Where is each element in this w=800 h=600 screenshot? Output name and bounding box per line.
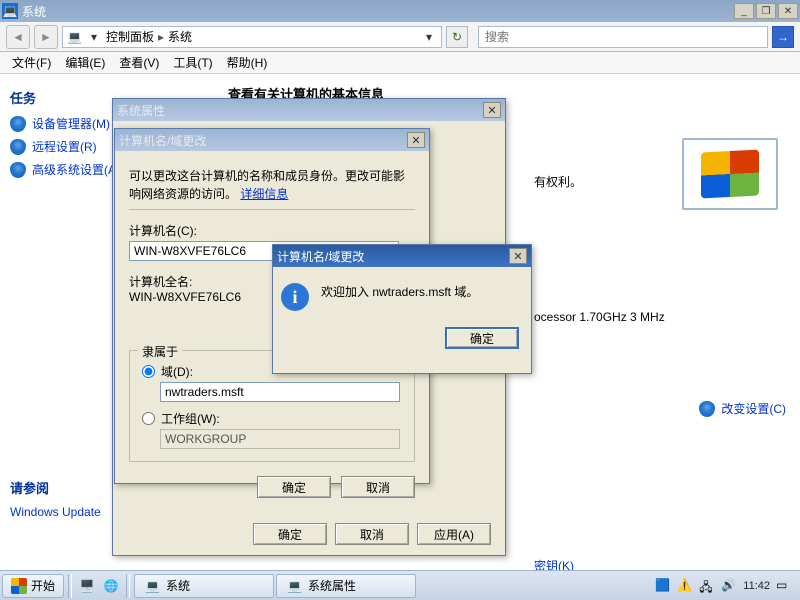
- label-domain: 域(D):: [161, 363, 193, 380]
- input-workgroup: [160, 429, 400, 449]
- input-domain[interactable]: [160, 382, 400, 402]
- label-workgroup: 工作组(W):: [161, 410, 220, 427]
- maximize-button[interactable]: ❐: [756, 3, 776, 19]
- close-button[interactable]: ✕: [778, 3, 798, 19]
- cancel-button[interactable]: 取消: [335, 523, 409, 545]
- task-button-system[interactable]: 💻 系统: [134, 574, 274, 598]
- window-title: 系统: [22, 3, 46, 20]
- search-go-button[interactable]: →: [772, 26, 794, 48]
- windows-flag-icon: [701, 149, 759, 198]
- computer-icon: 💻: [67, 30, 82, 44]
- app-icon: 💻: [2, 3, 18, 19]
- addr-dropdown-1[interactable]: ▾: [86, 30, 102, 44]
- ok-button[interactable]: 确定: [445, 327, 519, 349]
- dialog-titlebar[interactable]: 系统属性 ✕: [113, 99, 505, 121]
- divider: [126, 574, 130, 598]
- titlebar: 💻 系统 _ ❐ ✕: [0, 0, 800, 22]
- breadcrumb-seg-1[interactable]: 控制面板: [106, 28, 154, 45]
- close-icon[interactable]: ✕: [407, 132, 425, 148]
- label-computer-name: 计算机名(C):: [129, 222, 415, 239]
- show-desktop-icon[interactable]: ▭: [776, 578, 792, 594]
- menu-view[interactable]: 查看(V): [113, 52, 165, 73]
- nav-toolbar: ◄ ► 💻 ▾ 控制面板 ▸ 系统 ▾ ↻ →: [0, 22, 800, 52]
- computer-image: [680, 124, 780, 224]
- addr-dropdown-2[interactable]: ▾: [421, 30, 437, 44]
- taskbar: 开始 🖥️ 🌐 💻 系统 💻 系统属性 🟦 ⚠️ 🖧 🔊 11:42 ▭: [0, 570, 800, 600]
- dialog-title-text: 计算机名/域更改: [119, 132, 206, 149]
- info-icon: i: [281, 283, 309, 311]
- tray-icon[interactable]: 🟦: [655, 578, 671, 594]
- group-legend: 隶属于: [138, 343, 182, 360]
- minimize-button[interactable]: _: [734, 3, 754, 19]
- shield-icon: [10, 162, 26, 178]
- close-icon[interactable]: ✕: [509, 248, 527, 264]
- info-message: 欢迎加入 nwtraders.msft 域。: [321, 283, 478, 300]
- divider: [68, 574, 72, 598]
- task-button-sysprops[interactable]: 💻 系统属性: [276, 574, 416, 598]
- radio-domain[interactable]: [142, 365, 155, 378]
- quicklaunch-ie[interactable]: 🌐: [100, 575, 122, 597]
- dialog-titlebar[interactable]: 计算机名/域更改 ✕: [273, 245, 531, 267]
- forward-button[interactable]: ►: [34, 25, 58, 49]
- computer-icon: 💻: [145, 579, 160, 593]
- computer-icon: 💻: [287, 579, 302, 593]
- search-input[interactable]: [483, 29, 763, 45]
- quicklaunch-desktop[interactable]: 🖥️: [76, 575, 98, 597]
- apply-button[interactable]: 应用(A): [417, 523, 491, 545]
- shield-icon: [10, 139, 26, 155]
- breadcrumb-arrow: ▸: [158, 30, 164, 44]
- menu-tools[interactable]: 工具(T): [167, 52, 218, 73]
- back-button[interactable]: ◄: [6, 25, 30, 49]
- dialog-titlebar[interactable]: 计算机名/域更改 ✕: [115, 129, 429, 151]
- menu-edit[interactable]: 编辑(E): [59, 52, 111, 73]
- address-bar[interactable]: 💻 ▾ 控制面板 ▸ 系统 ▾: [62, 26, 442, 48]
- taskbar-clock[interactable]: 11:42: [743, 580, 770, 592]
- menubar: 文件(F) 编辑(E) 查看(V) 工具(T) 帮助(H): [0, 52, 800, 74]
- ok-button[interactable]: 确定: [253, 523, 327, 545]
- shield-icon: [699, 401, 715, 417]
- tray-volume-icon[interactable]: 🔊: [721, 578, 737, 594]
- ok-button[interactable]: 确定: [257, 476, 331, 498]
- dialog-title-text: 计算机名/域更改: [277, 248, 364, 265]
- search-box[interactable]: [478, 26, 768, 48]
- cancel-button[interactable]: 取消: [341, 476, 415, 498]
- shield-icon: [10, 116, 26, 132]
- start-button[interactable]: 开始: [2, 574, 64, 598]
- system-tray: 🟦 ⚠️ 🖧 🔊 11:42 ▭: [649, 578, 798, 594]
- tray-icon[interactable]: ⚠️: [677, 578, 693, 594]
- menu-file[interactable]: 文件(F): [6, 52, 57, 73]
- link-more-info[interactable]: 详细信息: [240, 187, 288, 201]
- divider: [129, 209, 415, 210]
- dialog-join-domain-confirm: 计算机名/域更改 ✕ i 欢迎加入 nwtraders.msft 域。 确定: [272, 244, 532, 374]
- menu-help[interactable]: 帮助(H): [221, 52, 274, 73]
- dialog-title-text: 系统属性: [117, 102, 165, 119]
- close-icon[interactable]: ✕: [483, 102, 501, 118]
- breadcrumb-seg-2[interactable]: 系统: [168, 28, 192, 45]
- refresh-button[interactable]: ↻: [446, 26, 468, 48]
- dialog-note: 可以更改这台计算机的名称和成员身份。更改可能影响网络资源的访问。 详细信息: [129, 167, 415, 203]
- tray-network-icon[interactable]: 🖧: [699, 578, 715, 594]
- radio-workgroup[interactable]: [142, 412, 155, 425]
- windows-logo-icon: [11, 578, 27, 594]
